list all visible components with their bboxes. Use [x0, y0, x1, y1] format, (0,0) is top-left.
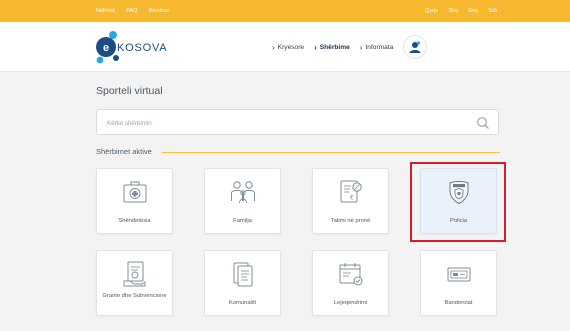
nav-label: Informata	[365, 43, 394, 51]
nav-label: Shërbime	[319, 43, 350, 51]
webinar-link[interactable]: Webinar	[148, 8, 169, 14]
language-link-shq[interactable]: Shq	[448, 8, 458, 14]
top-bar: Ndihmë FAQ Webinar Qyqu Shq Eng Srb	[0, 0, 570, 22]
nav-item-sherbime[interactable]: › Shërbime	[314, 43, 350, 52]
header: e KOSOVA › Kryesore › Shërbime › Informa…	[0, 22, 570, 72]
chevron-right-icon: ›	[359, 42, 363, 52]
service-card-komunaliti[interactable]: Komunaliti	[204, 250, 281, 316]
svg-text:e: e	[103, 42, 109, 54]
residence-permit-icon	[339, 263, 362, 286]
service-label: Shëndetësia	[118, 218, 151, 224]
service-card-lejeqendrimi[interactable]: Lejeqëndrimi	[312, 250, 389, 316]
language-link-eng[interactable]: Eng	[468, 8, 478, 14]
main-nav: › Kryesore › Shërbime › Informata	[272, 22, 428, 72]
help-link[interactable]: Ndihmë	[96, 8, 115, 14]
health-kit-icon	[123, 181, 146, 203]
service-card-familja[interactable]: Familja	[204, 168, 281, 234]
user-avatar-icon	[409, 41, 421, 53]
service-label: Familja	[233, 218, 252, 224]
section-divider	[162, 152, 500, 153]
language-links: Qyqu Shq Eng Srb	[425, 0, 497, 22]
language-link-1[interactable]: Qyqu	[425, 8, 438, 14]
page-title: Sporteli virtual	[96, 85, 163, 97]
svg-text:€: €	[350, 195, 354, 202]
chevron-right-icon: ›	[314, 42, 317, 52]
service-card-shendetesia[interactable]: Shëndetësia	[96, 168, 173, 234]
language-link-srb[interactable]: Srb	[488, 8, 497, 14]
logo-text: KOSOVA	[117, 42, 168, 54]
nav-item-informata[interactable]: › Informata	[360, 43, 394, 52]
service-label: Komunaliti	[228, 300, 257, 306]
service-card-grante[interactable]: Grante dhe Subvencione	[96, 250, 173, 316]
selection-highlight	[410, 162, 506, 242]
chevron-right-icon: ›	[272, 42, 275, 52]
top-left-links: Ndihmë FAQ Webinar	[96, 0, 169, 22]
tax-document-icon: €	[340, 180, 362, 203]
section-title: Shërbimet aktive	[96, 147, 152, 156]
service-label: Tatimi në pronë	[330, 218, 371, 224]
service-label: Banderolat	[444, 300, 473, 306]
user-avatar-button[interactable]	[403, 35, 428, 59]
service-card-tatimi[interactable]: € Tatimi në pronë	[312, 168, 389, 234]
nav-item-kryesore[interactable]: › Kryesore	[272, 43, 304, 52]
nav-label: Kryesore	[277, 43, 305, 51]
search-icon[interactable]	[476, 116, 490, 130]
utility-bill-icon	[233, 262, 252, 287]
search-box	[96, 109, 499, 135]
family-icon	[230, 181, 255, 204]
search-input[interactable]	[107, 117, 467, 129]
banderol-icon	[447, 267, 470, 282]
service-label: Grante dhe Subvencione	[102, 293, 167, 299]
ekosova-logo[interactable]: e KOSOVA	[95, 28, 175, 66]
grant-document-icon	[123, 261, 145, 287]
service-card-banderolat[interactable]: Banderolat	[420, 250, 497, 316]
faq-link[interactable]: FAQ	[126, 8, 137, 14]
service-label: Lejeqëndrimi	[333, 300, 368, 306]
